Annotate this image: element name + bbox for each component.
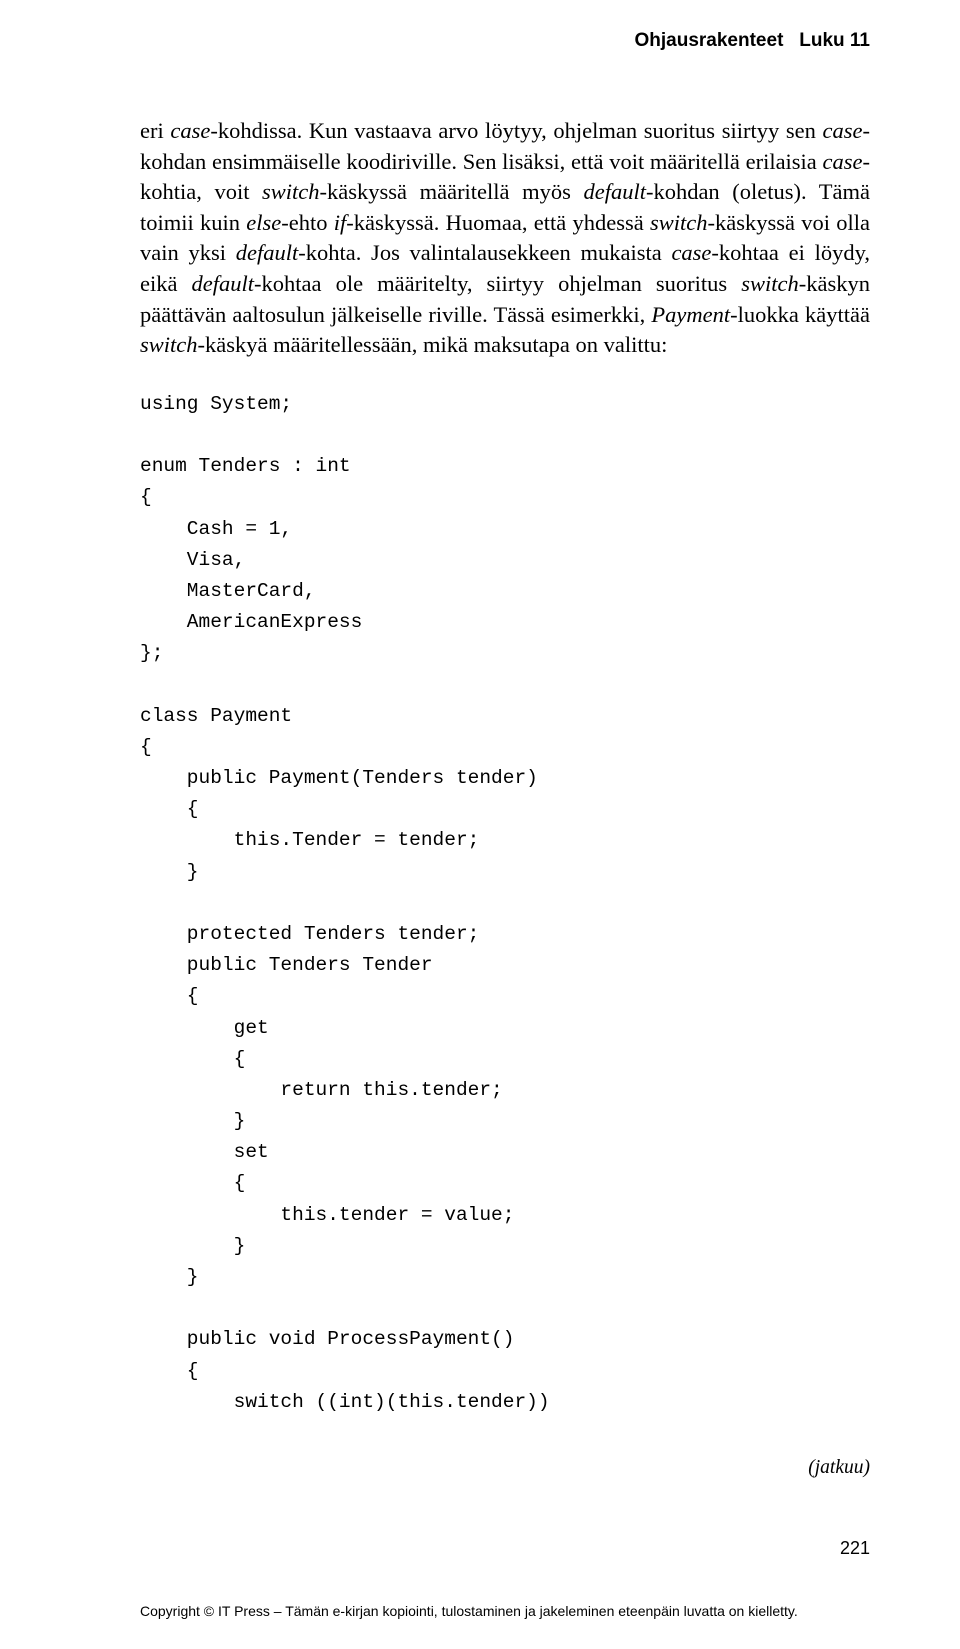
italic-run: case (671, 240, 711, 265)
italic-run: case (823, 118, 863, 143)
italic-run: switch (741, 271, 799, 296)
italic-run: default (236, 240, 299, 265)
copyright-notice: Copyright © IT Press – Tämän e-kirjan ko… (140, 1603, 798, 1619)
chapter-label: Luku 11 (799, 30, 870, 51)
italic-run: default (583, 179, 646, 204)
italic-run: case (170, 118, 210, 143)
text-run: -käskyssä määritellä myös (320, 179, 584, 204)
text-run: eri (140, 118, 170, 143)
body-paragraph-1: eri case-kohdissa. Kun vastaava arvo löy… (140, 116, 870, 361)
code-block: using System; enum Tenders : int { Cash … (140, 389, 870, 1418)
italic-run: switch (140, 332, 198, 357)
italic-run: default (192, 271, 255, 296)
running-header: Ohjausrakenteet Luku 11 (140, 30, 870, 52)
text-run: -käskyä määritellessään, mikä maksutapa … (198, 332, 668, 357)
text-run: -ehto (281, 210, 334, 235)
text-run: -kohtaa ole määritelty, siirtyy ohjelman… (254, 271, 741, 296)
chapter-title: Ohjausrakenteet (635, 30, 784, 51)
italic-run: switch (650, 210, 708, 235)
page-number: 221 (840, 1538, 870, 1559)
text-run: -kohdissa. Kun vastaava arvo löytyy, ohj… (210, 118, 822, 143)
continuation-note: (jatkuu) (808, 1457, 870, 1479)
text-run: -kohta. Jos valintalausekkeen mukaista (298, 240, 671, 265)
italic-run: else (246, 210, 281, 235)
text-run: -luokka käyttää (730, 302, 870, 327)
italic-run: Payment (651, 302, 730, 327)
text-run: -käskyssä. Huomaa, että yhdessä (346, 210, 650, 235)
italic-run: case (823, 149, 863, 174)
page: Ohjausrakenteet Luku 11 eri case-kohdiss… (0, 0, 960, 1649)
italic-run: if (334, 210, 347, 235)
italic-run: switch (262, 179, 320, 204)
